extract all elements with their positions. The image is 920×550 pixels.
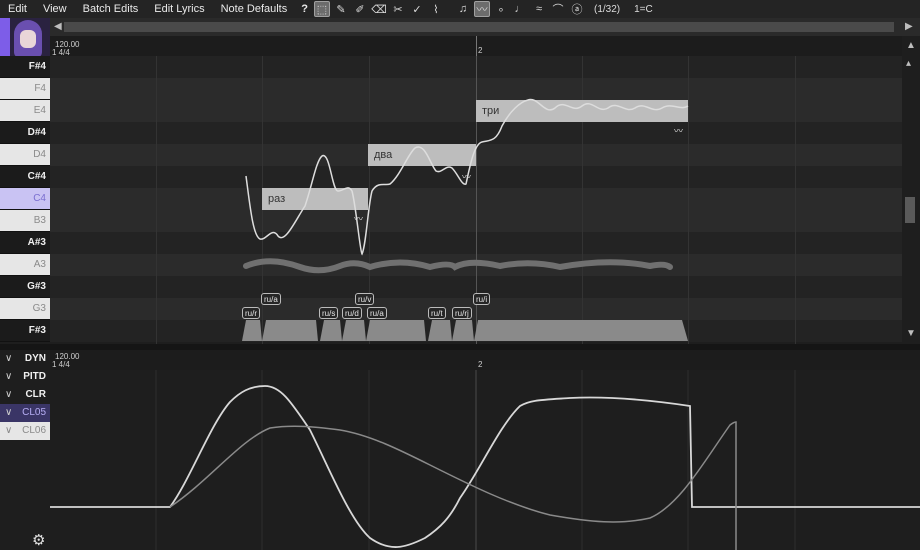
- key-a3[interactable]: A3: [0, 254, 50, 276]
- horizontal-scroll-thumb[interactable]: [64, 22, 894, 32]
- bar-2-label: 2: [478, 360, 483, 369]
- key-f-sharp-4[interactable]: F#4: [0, 56, 50, 78]
- key-c4[interactable]: C4: [0, 188, 50, 210]
- snap-division[interactable]: (1/32): [594, 4, 620, 15]
- piano-keys: F#4 F4 E4 D#4 D4 C#4 C4 B3 A#3 A3 G#3 G3…: [0, 56, 50, 344]
- scroll-right-icon[interactable]: ▶: [905, 21, 913, 32]
- scroll-up-small-icon[interactable]: ▴: [906, 58, 911, 69]
- menu-edit-lyrics[interactable]: Edit Lyrics: [146, 3, 212, 15]
- expression-clr[interactable]: ∨ CLR: [0, 386, 50, 404]
- timeline-ruler[interactable]: 120.00 1 4/4 2: [50, 36, 902, 57]
- chevron-down-icon: ∨: [5, 371, 13, 382]
- phoneme-label[interactable]: ru/s: [319, 307, 339, 319]
- show-tips-icon[interactable]: ⓐ: [569, 1, 585, 17]
- singer-avatar[interactable]: [0, 18, 50, 60]
- avatar-face: [20, 30, 36, 48]
- menu-view[interactable]: View: [35, 3, 75, 15]
- knife-tool-icon[interactable]: ✂: [390, 1, 406, 17]
- vertical-scroll-thumb[interactable]: [905, 197, 915, 223]
- help-button[interactable]: ?: [295, 3, 314, 15]
- key-a-sharp-3[interactable]: A#3: [0, 232, 50, 254]
- key-d-sharp-4[interactable]: D#4: [0, 122, 50, 144]
- expression-curve-secondary: [169, 421, 737, 550]
- pen-plus-tool-icon[interactable]: ✐: [352, 1, 368, 17]
- key-signature[interactable]: 1=C: [634, 4, 653, 15]
- phoneme-label[interactable]: ru/i: [473, 293, 491, 305]
- menu-note-defaults[interactable]: Note Defaults: [213, 3, 296, 15]
- expression-dyn[interactable]: ∨ DYN: [0, 350, 50, 368]
- key-g-sharp-3[interactable]: G#3: [0, 276, 50, 298]
- show-waveform-icon[interactable]: ≈: [531, 1, 547, 17]
- vibrato-toggle-icon[interactable]: 〰: [473, 1, 490, 17]
- phoneme-label[interactable]: ru/a: [261, 293, 281, 305]
- piano-roll[interactable]: раз два три 〰 〰 〰 ru/r ru/a ru/s ru/d ru…: [50, 56, 902, 344]
- phoneme-label[interactable]: ru/v: [355, 293, 375, 305]
- expression-editor[interactable]: [50, 370, 920, 550]
- snap-toggle-icon[interactable]: ♩: [512, 1, 528, 17]
- key-e4[interactable]: E4: [0, 100, 50, 122]
- note-icon[interactable]: ♫: [455, 1, 471, 17]
- key-f-sharp-3[interactable]: F#3: [0, 320, 50, 342]
- key-f4[interactable]: F4: [0, 78, 50, 100]
- phoneme-label[interactable]: ru/a: [367, 307, 387, 319]
- menu-batch-edits[interactable]: Batch Edits: [75, 3, 147, 15]
- expression-ruler: 120.00 1 4/4 2: [50, 350, 920, 370]
- pencil-tool-icon[interactable]: ✎: [333, 1, 349, 17]
- chevron-down-icon: ∨: [5, 407, 13, 418]
- scroll-down-icon[interactable]: ▼: [906, 328, 916, 339]
- key-d4[interactable]: D4: [0, 144, 50, 166]
- phoneme-label[interactable]: ru/r: [242, 307, 260, 319]
- scroll-left-icon[interactable]: ◀: [54, 21, 62, 32]
- gear-icon[interactable]: ⚙: [32, 531, 45, 549]
- chevron-down-icon: ∨: [5, 353, 13, 364]
- pitch-points-icon[interactable]: ∘: [493, 1, 509, 17]
- key-g3[interactable]: G3: [0, 298, 50, 320]
- time-signature-label: 1 4/4: [52, 360, 70, 369]
- expression-cl06[interactable]: ∨ CL06: [0, 422, 50, 440]
- scroll-up-icon[interactable]: ▲: [906, 40, 916, 51]
- phoneme-label[interactable]: ru/t: [428, 307, 446, 319]
- bar-2-label: 2: [478, 46, 483, 55]
- select-tool-icon[interactable]: ⬚: [313, 1, 330, 17]
- menu-edit[interactable]: Edit: [0, 3, 35, 15]
- avatar-accent: [0, 18, 10, 60]
- draw-pitch-tool-icon[interactable]: ✓: [409, 1, 425, 17]
- phoneme-label[interactable]: ru/d: [342, 307, 362, 319]
- show-phonemes-icon[interactable]: ⌒: [550, 1, 566, 17]
- expression-list: ∨ DYN ∨ PITD ∨ CLR ∨ CL05 ∨ CL06: [0, 350, 50, 550]
- eraser-tool-icon[interactable]: ⌫: [371, 1, 387, 17]
- expression-pitd[interactable]: ∨ PITD: [0, 368, 50, 386]
- bar-line: [476, 36, 477, 56]
- chevron-down-icon: ∨: [5, 389, 13, 400]
- expression-cl05[interactable]: ∨ CL05: [0, 404, 50, 422]
- chevron-down-icon: ∨: [5, 425, 13, 436]
- vertical-scrollbar[interactable]: [902, 36, 920, 344]
- key-b3[interactable]: B3: [0, 210, 50, 232]
- overwrite-pitch-tool-icon[interactable]: ⌇: [428, 1, 444, 17]
- key-c-sharp-4[interactable]: C#4: [0, 166, 50, 188]
- menu-bar: Edit View Batch Edits Edit Lyrics Note D…: [0, 0, 920, 18]
- phoneme-label[interactable]: ru/rj: [452, 307, 472, 319]
